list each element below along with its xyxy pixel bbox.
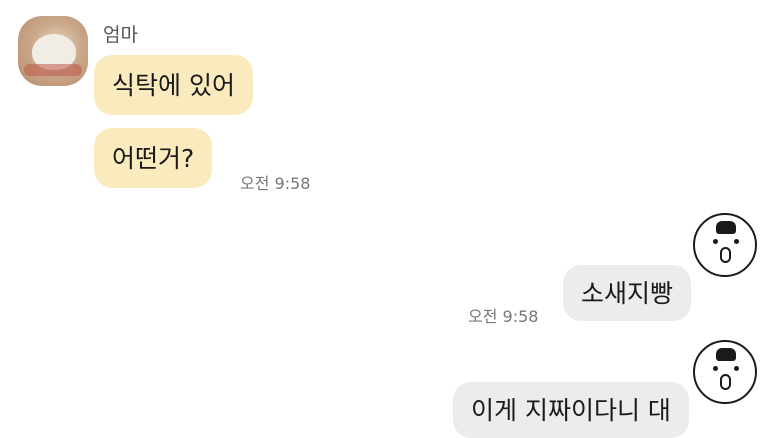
avatar-eye-right [734,366,739,371]
message-timestamp: 오전 9:58 [468,307,539,326]
avatar-mouth [720,374,731,390]
self-avatar[interactable] [693,340,757,404]
sent-message-bubble[interactable]: 소새지빵 [563,265,692,321]
avatar-eye-right [734,239,739,244]
sent-message-bubble[interactable]: 이게 지짜이다니 대 [453,382,689,438]
message-timestamp: 오전 9:58 [240,174,311,193]
avatar-hair [716,348,736,361]
self-avatar[interactable] [693,213,757,277]
avatar-eye-left [713,366,718,371]
avatar-eye-left [713,239,718,244]
avatar-photo-detail [24,64,82,76]
received-message-bubble[interactable]: 식탁에 있어 [94,55,253,115]
received-message-bubble[interactable]: 어떤거? [94,128,213,188]
avatar-hair [716,221,736,234]
message-text: 어떤거? [112,143,195,173]
contact-name: 엄마 [103,24,138,46]
message-text: 이게 지짜이다니 대 [471,395,671,425]
message-text: 식탁에 있어 [112,70,235,100]
avatar-mouth [720,247,731,263]
contact-avatar[interactable] [18,16,88,86]
message-text: 소새지빵 [581,278,674,308]
